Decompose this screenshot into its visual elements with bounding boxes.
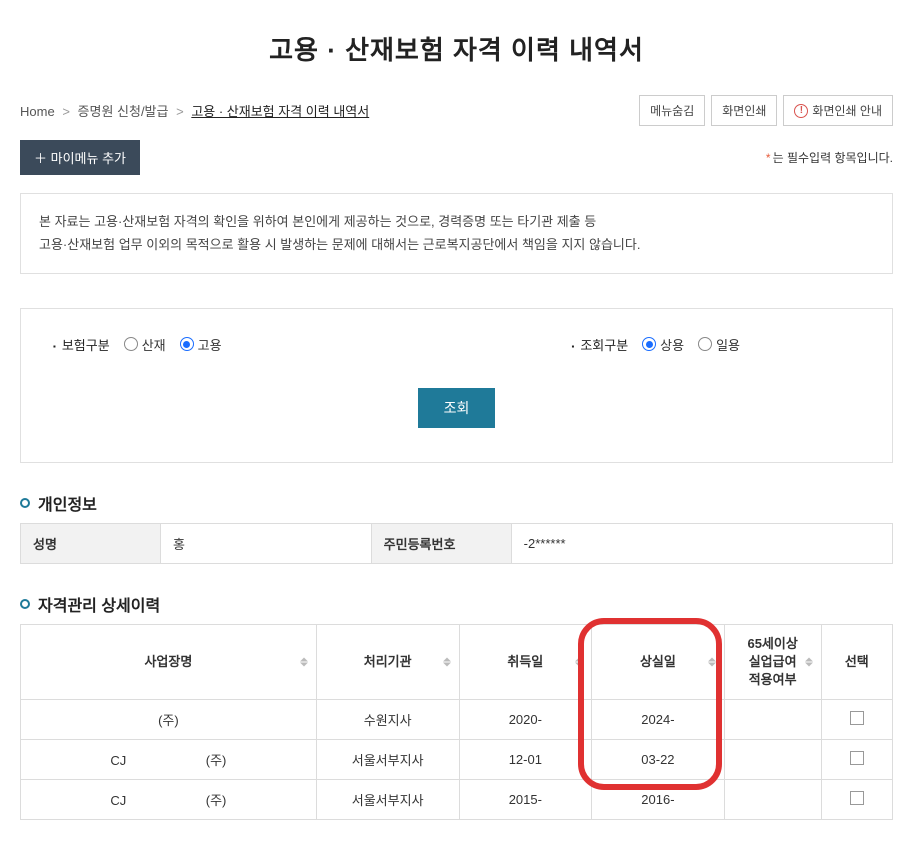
radio-sangyong[interactable]: 상용 xyxy=(642,335,684,354)
chevron-right-icon: > xyxy=(176,104,184,119)
radio-icon xyxy=(124,337,138,351)
cell-loss: 2024- xyxy=(592,700,725,740)
rrn-value: -2****** xyxy=(511,523,892,563)
notice-line: 본 자료는 고용·산재보험 자격의 확인을 위하여 본인에게 제공하는 것으로,… xyxy=(39,210,874,233)
sort-icon xyxy=(575,658,583,667)
cell-over65 xyxy=(724,740,821,780)
history-table-wrapper: 사업장명 처리기관 취득일 상실일 65세이상 실업급여 적용여부 선택 (주)… xyxy=(20,624,893,821)
sort-icon xyxy=(300,658,308,667)
cell-acquire: 2015- xyxy=(459,780,592,820)
required-note: *는 필수입력 항목입니다. xyxy=(766,149,893,166)
add-mymenu-button[interactable]: ＋ 마이메뉴 추가 xyxy=(20,140,140,175)
cell-loss: 2016- xyxy=(592,780,725,820)
breadcrumb-current: 고용 · 산재보험 자격 이력 내역서 xyxy=(191,104,369,119)
col-select: 선택 xyxy=(821,624,892,700)
hide-menu-button[interactable]: 메뉴숨김 xyxy=(639,95,705,126)
radio-goyong[interactable]: 고용 xyxy=(180,335,222,354)
name-label: 성명 xyxy=(21,523,161,563)
cell-acquire: 12-01 xyxy=(459,740,592,780)
cell-over65 xyxy=(724,700,821,740)
table-row: (주)수원지사2020-2024- xyxy=(21,700,893,740)
section-bullet-icon xyxy=(20,599,30,609)
print-guide-button[interactable]: ! 화면인쇄 안내 xyxy=(783,95,893,126)
warning-icon: ! xyxy=(794,104,808,118)
radio-icon xyxy=(642,337,656,351)
sort-icon xyxy=(443,658,451,667)
breadcrumb: Home > 증명원 신청/발급 > 고용 · 산재보험 자격 이력 내역서 xyxy=(20,101,369,120)
insurance-type-label: 보험구분 xyxy=(53,335,110,354)
required-star-icon: * xyxy=(766,151,771,165)
print-button[interactable]: 화면인쇄 xyxy=(711,95,777,126)
sort-icon xyxy=(805,658,813,667)
cell-biz: (주) xyxy=(21,700,317,740)
checkbox[interactable] xyxy=(850,791,864,805)
cell-office: 서울서부지사 xyxy=(316,780,459,820)
rrn-label: 주민등록번호 xyxy=(371,523,511,563)
sort-icon xyxy=(708,658,716,667)
radio-icon xyxy=(180,337,194,351)
col-loss[interactable]: 상실일 xyxy=(592,624,725,700)
notice-line: 고용·산재보험 업무 이외의 목적으로 활용 시 발생하는 문제에 대해서는 근… xyxy=(39,233,874,256)
cell-biz: CJ (주) xyxy=(21,740,317,780)
cell-acquire: 2020- xyxy=(459,700,592,740)
cell-office: 수원지사 xyxy=(316,700,459,740)
cell-select xyxy=(821,740,892,780)
section-bullet-icon xyxy=(20,498,30,508)
section-history-title: 자격관리 상세이력 xyxy=(38,592,160,616)
col-biz[interactable]: 사업장명 xyxy=(21,624,317,700)
breadcrumb-home[interactable]: Home xyxy=(20,104,55,119)
notice-box: 본 자료는 고용·산재보험 자격의 확인을 위하여 본인에게 제공하는 것으로,… xyxy=(20,193,893,274)
table-row: CJ (주)서울서부지사12-0103-22 xyxy=(21,740,893,780)
radio-ilyong[interactable]: 일용 xyxy=(698,335,740,354)
col-office[interactable]: 처리기관 xyxy=(316,624,459,700)
section-personal-title: 개인정보 xyxy=(38,491,97,515)
cell-select xyxy=(821,780,892,820)
name-value: 홍 xyxy=(161,523,372,563)
col-over65[interactable]: 65세이상 실업급여 적용여부 xyxy=(724,624,821,700)
cell-biz: CJ (주) xyxy=(21,780,317,820)
cell-loss: 03-22 xyxy=(592,740,725,780)
breadcrumb-lvl1[interactable]: 증명원 신청/발급 xyxy=(78,104,169,119)
history-table: 사업장명 처리기관 취득일 상실일 65세이상 실업급여 적용여부 선택 (주)… xyxy=(20,624,893,821)
filter-panel: 보험구분 산재 고용 조회구분 상용 일용 xyxy=(20,308,893,463)
personal-info-table: 성명 홍 주민등록번호 -2****** xyxy=(20,523,893,564)
query-type-label: 조회구분 xyxy=(571,335,628,354)
col-acquire[interactable]: 취득일 xyxy=(459,624,592,700)
cell-over65 xyxy=(724,780,821,820)
search-button[interactable]: 조회 xyxy=(418,388,496,428)
radio-icon xyxy=(698,337,712,351)
chevron-right-icon: > xyxy=(62,104,70,119)
cell-office: 서울서부지사 xyxy=(316,740,459,780)
cell-select xyxy=(821,700,892,740)
checkbox[interactable] xyxy=(850,751,864,765)
page-title: 고용 · 산재보험 자격 이력 내역서 xyxy=(20,30,893,67)
checkbox[interactable] xyxy=(850,711,864,725)
print-guide-label: 화면인쇄 안내 xyxy=(812,102,882,119)
table-row: CJ (주)서울서부지사2015-2016- xyxy=(21,780,893,820)
radio-sanjae[interactable]: 산재 xyxy=(124,335,166,354)
